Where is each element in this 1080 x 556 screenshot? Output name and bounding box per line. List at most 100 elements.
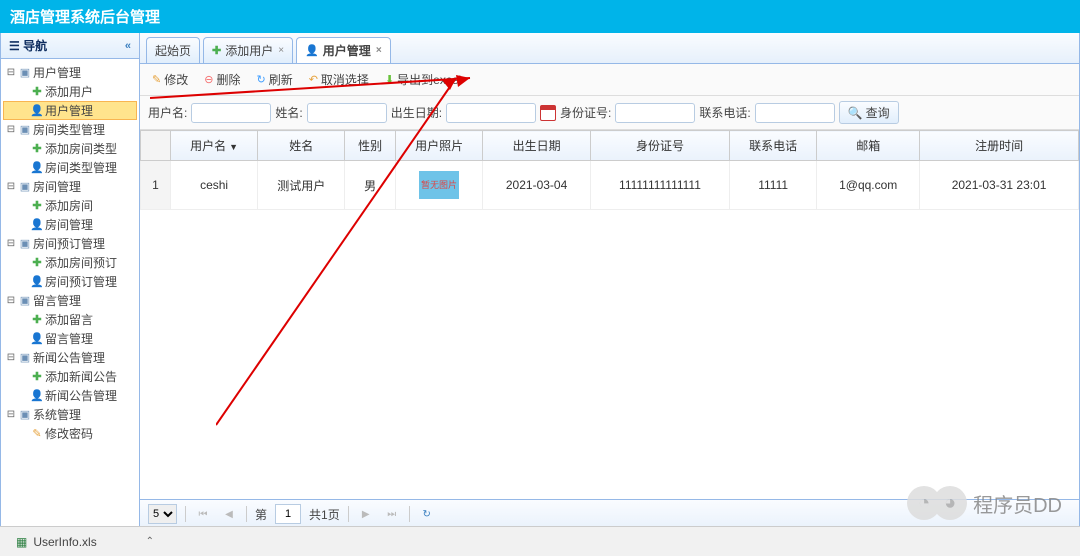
close-icon[interactable]: ×: [278, 45, 284, 56]
tab[interactable]: 起始页: [146, 37, 200, 63]
user-icon: 👤: [29, 104, 45, 118]
edit-button[interactable]: ✎修改: [148, 69, 192, 90]
tree-label: 添加新闻公告: [45, 368, 117, 385]
tree-label: 新闻公告管理: [45, 387, 117, 404]
tree-folder[interactable]: ⊟▣房间管理: [3, 177, 137, 196]
first-page-button[interactable]: ⏮: [194, 505, 212, 523]
tree-label: 添加房间: [45, 197, 93, 214]
tree-item[interactable]: ✚添加留言: [3, 310, 137, 329]
tree-item[interactable]: 👤新闻公告管理: [3, 386, 137, 405]
sort-icon: ▼: [229, 142, 238, 152]
file-icon: ▦: [16, 535, 27, 549]
folder-icon: ▣: [17, 294, 33, 308]
tree-toggle-icon[interactable]: ⊟: [5, 181, 17, 192]
tree-item[interactable]: 👤留言管理: [3, 329, 137, 348]
next-page-button[interactable]: ▶: [357, 505, 375, 523]
cell: 2021-03-31 23:01: [920, 161, 1079, 210]
tree-item[interactable]: ✚添加房间类型: [3, 139, 137, 158]
tree-item[interactable]: ✚添加房间: [3, 196, 137, 215]
search-icon: 🔍: [848, 106, 863, 120]
pencil-icon: ✎: [152, 73, 161, 86]
column-header[interactable]: 注册时间: [920, 131, 1079, 161]
phone-input[interactable]: [755, 103, 835, 123]
last-page-button[interactable]: ⏭: [383, 505, 401, 523]
reload-button[interactable]: ↻: [418, 505, 436, 523]
tree-item[interactable]: 👤房间管理: [3, 215, 137, 234]
cell: 1@qq.com: [817, 161, 920, 210]
user-icon: 👤: [29, 218, 45, 232]
tab[interactable]: 👤用户管理×: [296, 37, 391, 63]
add-icon: ✚: [29, 313, 45, 327]
user-icon: 👤: [29, 275, 45, 289]
chevron-up-icon[interactable]: ⌃: [146, 536, 154, 547]
column-header[interactable]: 身份证号: [590, 131, 729, 161]
idcard-input[interactable]: [615, 103, 695, 123]
rownum-cell: 1: [141, 161, 171, 210]
pencil-icon: ✎: [29, 427, 45, 441]
tree-item[interactable]: ✚添加房间预订: [3, 253, 137, 272]
tree-folder[interactable]: ⊟▣房间类型管理: [3, 120, 137, 139]
birth-input[interactable]: [446, 103, 536, 123]
add-icon: ✚: [29, 199, 45, 213]
tree-toggle-icon[interactable]: ⊟: [5, 295, 17, 306]
tree-folder[interactable]: ⊟▣用户管理: [3, 63, 137, 82]
cell: 11111111111111: [590, 161, 729, 210]
tab-label: 起始页: [155, 42, 191, 59]
sidebar: ☰ 导航 « ⊟▣用户管理✚添加用户👤用户管理⊟▣房间类型管理✚添加房间类型👤房…: [0, 33, 140, 529]
tree-folder[interactable]: ⊟▣留言管理: [3, 291, 137, 310]
prev-page-button[interactable]: ◀: [220, 505, 238, 523]
user-icon: 👤: [29, 389, 45, 403]
tree-toggle-icon[interactable]: ⊟: [5, 124, 17, 135]
cell: 11111: [730, 161, 817, 210]
tree-label: 留言管理: [45, 330, 93, 347]
tree-toggle-icon[interactable]: ⊟: [5, 352, 17, 363]
calendar-icon[interactable]: [540, 105, 556, 121]
collapse-icon[interactable]: «: [125, 40, 131, 52]
column-header[interactable]: 性别: [345, 131, 396, 161]
page-input[interactable]: [275, 504, 301, 524]
tree-folder[interactable]: ⊟▣系统管理: [3, 405, 137, 424]
tree-toggle-icon[interactable]: ⊟: [5, 67, 17, 78]
tree-toggle-icon[interactable]: ⊟: [5, 238, 17, 249]
tree-item[interactable]: 👤房间预订管理: [3, 272, 137, 291]
column-header[interactable]: 用户名▼: [171, 131, 258, 161]
tree-item[interactable]: 👤用户管理: [3, 101, 137, 120]
export-excel-button[interactable]: ⬇导出到excel: [381, 69, 465, 90]
tree-item[interactable]: ✚添加用户: [3, 82, 137, 101]
close-icon[interactable]: ×: [376, 45, 382, 56]
column-header[interactable]: 联系电话: [730, 131, 817, 161]
tree-label: 房间管理: [45, 216, 93, 233]
page-size-select[interactable]: 5: [148, 504, 177, 524]
tree-item[interactable]: ✎修改密码: [3, 424, 137, 443]
birth-label: 出生日期:: [391, 104, 442, 121]
tree-folder[interactable]: ⊟▣房间预订管理: [3, 234, 137, 253]
tab[interactable]: ✚添加用户×: [203, 37, 293, 63]
table-row[interactable]: 1 ceshi 测试用户 男 暂无图片 2021-03-04 111111111…: [141, 161, 1079, 210]
column-header[interactable]: 姓名: [258, 131, 345, 161]
name-input[interactable]: [307, 103, 387, 123]
add-icon: ✚: [29, 256, 45, 270]
tree-item[interactable]: 👤房间类型管理: [3, 158, 137, 177]
refresh-button[interactable]: ↻刷新: [252, 69, 296, 90]
tree-label: 房间管理: [33, 178, 81, 195]
query-button[interactable]: 🔍 查询: [839, 101, 899, 124]
username-input[interactable]: [191, 103, 271, 123]
username-label: 用户名:: [148, 104, 187, 121]
column-header[interactable]: 出生日期: [483, 131, 591, 161]
cancel-select-button[interactable]: ↶取消选择: [305, 69, 373, 90]
tree-label: 房间预订管理: [33, 235, 105, 252]
excel-icon: ⬇: [385, 73, 394, 86]
download-file[interactable]: ▦ UserInfo.xls ⌃: [10, 535, 160, 549]
tree-folder[interactable]: ⊟▣新闻公告管理: [3, 348, 137, 367]
tree-toggle-icon[interactable]: ⊟: [5, 409, 17, 420]
column-header[interactable]: 用户照片: [395, 131, 482, 161]
user-icon: 👤: [29, 332, 45, 346]
tree-item[interactable]: ✚添加新闻公告: [3, 367, 137, 386]
cancel-icon: ↶: [309, 73, 318, 86]
tree-label: 新闻公告管理: [33, 349, 105, 366]
plus-icon: ✚: [212, 44, 221, 57]
tree-label: 房间预订管理: [45, 273, 117, 290]
delete-button[interactable]: ⊖删除: [200, 69, 244, 90]
column-header[interactable]: 邮箱: [817, 131, 920, 161]
tree-label: 添加用户: [45, 83, 93, 100]
